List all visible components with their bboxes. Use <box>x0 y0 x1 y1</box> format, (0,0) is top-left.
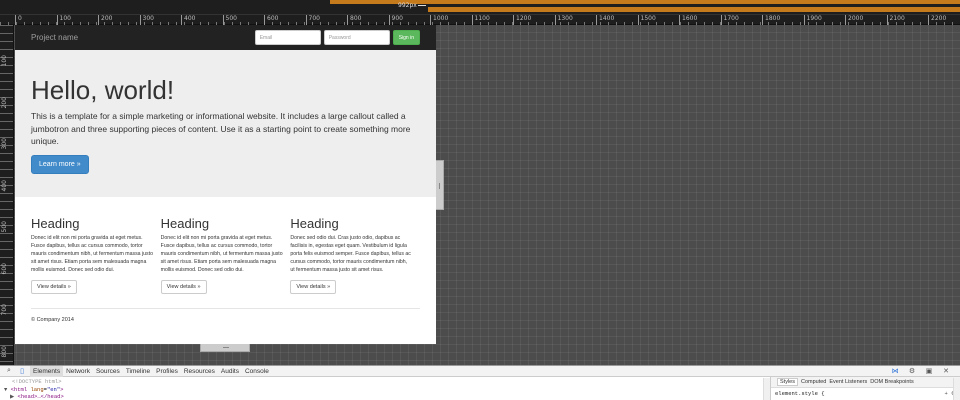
device-mode-icon[interactable]: ▯ <box>17 367 27 376</box>
styles-scrollbar[interactable] <box>953 378 960 400</box>
ruler-tick-label: 2200 <box>928 15 946 25</box>
resize-handle-bottom[interactable] <box>200 344 250 352</box>
tab-dom-breakpoints[interactable]: DOM Breakpoints <box>870 379 913 385</box>
vertical-ruler-tick-label: 300 <box>1 138 8 150</box>
elements-scrollbar[interactable] <box>763 378 770 400</box>
content-column: Heading Donec sed odio dui. Cras justo o… <box>290 216 419 294</box>
view-details-button[interactable]: View details » <box>160 279 207 294</box>
vertical-ruler-tick-label: 100 <box>1 55 8 67</box>
html-node[interactable]: ▼ <html lang="en"> <box>4 386 770 394</box>
dock-icon[interactable]: ▣ <box>924 367 934 376</box>
html-tag-name: html <box>13 385 28 393</box>
tab-timeline[interactable]: Timeline <box>123 366 153 377</box>
element-style-selector: element.style { <box>775 390 825 397</box>
column-heading: Heading <box>31 216 80 231</box>
vertical-ruler-tick-label: 200 <box>1 96 8 108</box>
jumbotron-text: This is a template for a simple marketin… <box>31 111 411 146</box>
ruler-tick-label: 1900 <box>803 15 822 25</box>
ruler-tick-label: 400 <box>181 15 195 25</box>
lang-attr: lang <box>30 385 44 393</box>
tab-computed[interactable]: Computed <box>801 379 826 385</box>
vertical-ruler-tick-label: 700 <box>1 304 8 316</box>
head-node[interactable]: ▶ <head>…</head> <box>4 393 770 400</box>
ruler-tick-label: 1800 <box>762 15 780 25</box>
tab-elements[interactable]: Elements <box>30 365 64 377</box>
devtools-panel: ⌕ ▯ Elements Network Sources Timeline Pr… <box>0 365 960 400</box>
ruler-tick-label: 100 <box>56 15 71 25</box>
head-tag-name: head <box>20 393 35 400</box>
jumbotron: Hello, world! This is a template for a s… <box>15 50 436 197</box>
signin-form: Sign in <box>254 30 420 45</box>
media-query-bar-bottom[interactable] <box>428 7 960 12</box>
styles-tabs: Styles Computed Event Listeners DOM Brea… <box>771 377 960 388</box>
ruler-tick-label: 1300 <box>554 15 573 25</box>
ruler-tick-label: 1000 <box>430 15 448 25</box>
tab-styles[interactable]: Styles <box>777 378 798 386</box>
ruler-tick-label: 1500 <box>637 15 656 25</box>
tab-event-listeners[interactable]: Event Listeners <box>829 379 867 385</box>
devtools-toolbar: ⌕ ▯ Elements Network Sources Timeline Pr… <box>0 365 960 377</box>
tab-console[interactable]: Console <box>242 366 272 377</box>
ruler-tick-label: 500 <box>222 15 237 25</box>
width-indicator-mark <box>418 5 426 6</box>
jumbotron-title: Hello, world! <box>31 75 175 105</box>
content-column: Heading Donec id elit non mi porta gravi… <box>31 216 160 294</box>
ruler-tick-label: 1600 <box>679 15 697 25</box>
ruler-tick-label: 800 <box>347 15 361 25</box>
column-text: Donec id elit non mi porta gravida at eg… <box>31 235 153 273</box>
password-field[interactable] <box>323 30 390 45</box>
view-details-button[interactable]: View details » <box>31 279 77 294</box>
column-text: Donec sed odio dui. Cras justo odio, dap… <box>290 235 411 273</box>
email-field[interactable] <box>254 30 321 45</box>
horizontal-ruler: 992px 0 100 200 300 400 500 600 700 800 900 1000 11… <box>0 0 960 25</box>
vertical-ruler-tick-label: 600 <box>1 262 8 274</box>
tab-sources[interactable]: Sources <box>93 366 123 377</box>
navbar: Project name Sign in <box>15 25 436 50</box>
column-text: Donec id elit non mi porta gravida at eg… <box>160 235 283 273</box>
vertical-ruler: 100 200 300 400 500 600 700 800 <box>0 25 14 365</box>
tab-network[interactable]: Network <box>63 366 93 377</box>
emulated-page: Project name Sign in Hello, world! This … <box>15 25 436 344</box>
drawer-icon[interactable]: ⋈ <box>890 367 900 376</box>
footer: © Company 2014 <box>31 316 74 323</box>
column-heading: Heading <box>160 216 210 231</box>
close-icon[interactable]: ✕ <box>941 367 951 376</box>
ruler-tick-label: 700 <box>305 15 320 25</box>
doctype-line[interactable]: <!DOCTYPE html> <box>4 378 770 386</box>
ruler-tick-label: 300 <box>139 15 154 25</box>
column-heading: Heading <box>290 216 339 231</box>
element-style-rule[interactable]: element.style { + ⚙ <box>771 388 960 399</box>
vertical-ruler-tick-label: 800 <box>1 345 8 357</box>
gear-icon[interactable]: ⚙ <box>907 367 917 376</box>
vertical-ruler-tick-label: 500 <box>1 221 8 233</box>
content-columns: Heading Donec id elit non mi porta gravi… <box>15 216 436 294</box>
tab-profiles[interactable]: Profiles <box>153 366 181 377</box>
vertical-ruler-tick-label: 400 <box>1 179 8 191</box>
styles-sidebar: Styles Computed Event Listeners DOM Brea… <box>770 377 960 400</box>
ruler-tick-label: 2100 <box>886 15 905 25</box>
ruler-tick-label: 1400 <box>596 15 614 25</box>
elements-tree: <!DOCTYPE html> ▼ <html lang="en"> ▶ <he… <box>0 378 770 400</box>
ruler-tick-label: 1700 <box>720 15 739 25</box>
ruler-tick-label: 1100 <box>471 15 490 25</box>
signin-button[interactable]: Sign in <box>392 30 420 45</box>
ruler-tick-label: 200 <box>98 15 112 25</box>
ruler-tick-label: 1200 <box>513 15 531 25</box>
brand-link[interactable]: Project name <box>31 33 78 42</box>
ruler-tick-label: 600 <box>264 15 278 25</box>
devtools-actions: ⋈ ⚙ ▣ ✕ <box>890 367 960 376</box>
content-column: Heading Donec id elit non mi porta gravi… <box>160 216 290 294</box>
ruler-tick-label: 0 <box>15 15 22 25</box>
tab-audits[interactable]: Audits <box>218 366 242 377</box>
tab-resources[interactable]: Resources <box>181 366 218 377</box>
width-indicator: 992px <box>398 2 417 9</box>
view-details-button[interactable]: View details » <box>290 279 337 294</box>
resize-handle-right[interactable] <box>436 160 444 210</box>
learn-more-button[interactable]: Learn more » <box>31 154 89 174</box>
media-query-bar-top[interactable] <box>330 0 960 4</box>
ruler-tick-label: 2000 <box>845 15 863 25</box>
lang-value: "en" <box>46 385 61 393</box>
ruler-tick-label: 900 <box>388 15 403 25</box>
inspect-icon[interactable]: ⌕ <box>4 367 14 376</box>
